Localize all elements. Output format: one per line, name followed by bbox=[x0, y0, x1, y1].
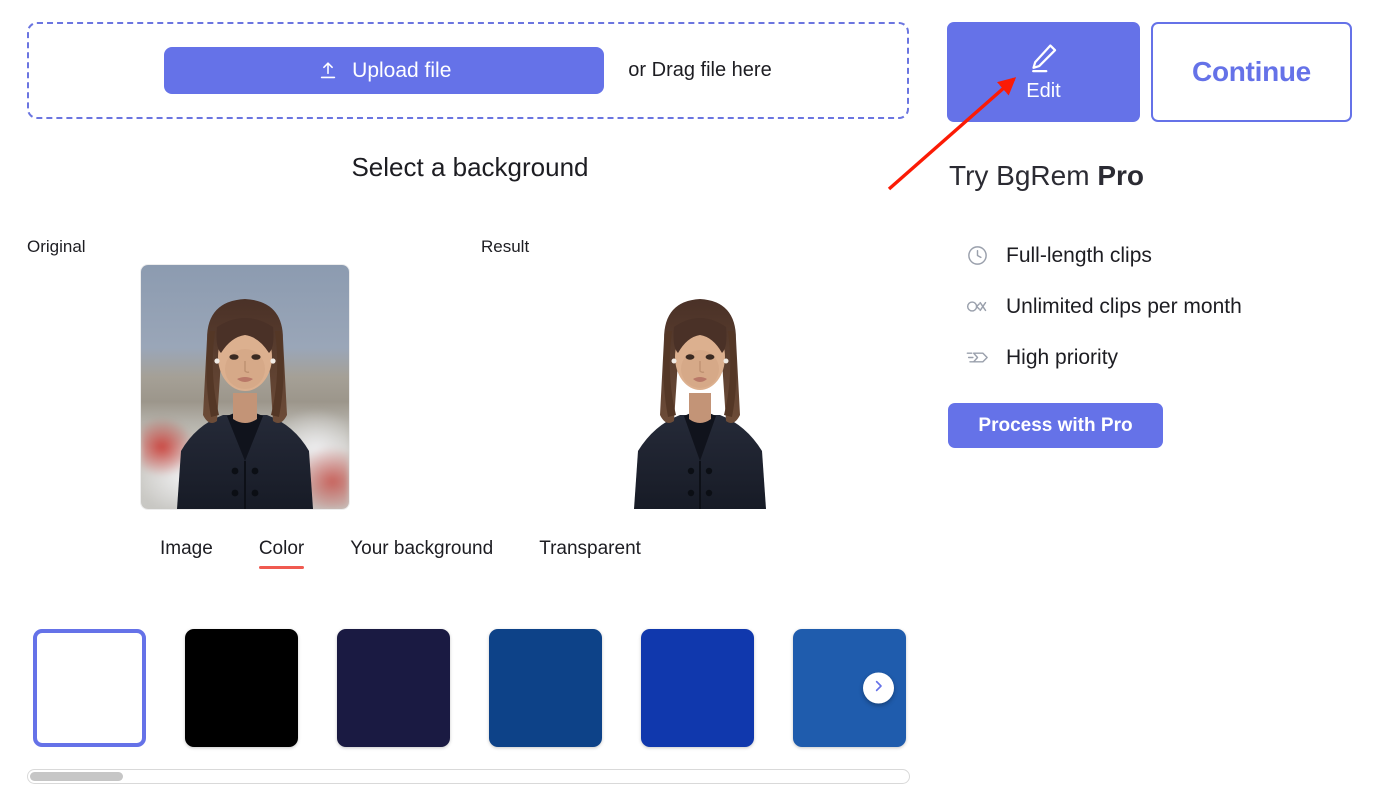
original-image-thumbnail[interactable] bbox=[141, 265, 349, 509]
tab-your-background[interactable]: Your background bbox=[350, 538, 493, 569]
pro-feature-label: High priority bbox=[1006, 345, 1119, 369]
color-swatch-white[interactable] bbox=[33, 629, 146, 747]
upload-file-label: Upload file bbox=[352, 58, 452, 82]
result-preview-label: Result bbox=[481, 237, 530, 256]
process-with-pro-button[interactable]: Process with Pro bbox=[948, 403, 1163, 448]
horizontal-scrollbar[interactable] bbox=[27, 769, 910, 784]
pro-title-strong: Pro bbox=[1097, 160, 1144, 191]
scrollbar-thumb[interactable] bbox=[30, 772, 123, 781]
original-preview-label: Original bbox=[27, 237, 86, 256]
pro-feature-label: Full-length clips bbox=[1006, 243, 1152, 267]
left-panel: Upload file or Drag file here Select a b… bbox=[0, 0, 940, 812]
background-type-tabs: Image Color Your background Transparent bbox=[160, 538, 840, 569]
page-title: Select a background bbox=[351, 152, 589, 182]
result-image-thumbnail[interactable] bbox=[612, 265, 788, 509]
color-swatch-deep-blue[interactable] bbox=[489, 629, 602, 747]
pro-title-prefix: Try BgRem bbox=[949, 160, 1098, 191]
clock-icon bbox=[965, 243, 990, 268]
person-figure-cutout bbox=[612, 265, 788, 509]
infinity-icon bbox=[965, 294, 990, 319]
pro-feature-item: Full-length clips bbox=[965, 230, 1365, 281]
fast-forward-arrow-icon bbox=[965, 345, 990, 370]
pro-feature-list: Full-length clips Unlimited clips per mo… bbox=[965, 230, 1365, 383]
swatch-next-button[interactable] bbox=[863, 672, 894, 704]
file-dropzone[interactable]: Upload file or Drag file here bbox=[27, 22, 909, 119]
color-swatch-dark-navy[interactable] bbox=[337, 629, 450, 747]
drag-file-hint: or Drag file here bbox=[628, 59, 772, 81]
tab-color[interactable]: Color bbox=[258, 538, 305, 569]
edit-button[interactable]: Edit bbox=[947, 22, 1140, 122]
portrait-original bbox=[141, 265, 349, 509]
pro-feature-item: High priority bbox=[965, 332, 1365, 383]
continue-button[interactable]: Continue bbox=[1151, 22, 1352, 122]
right-panel: Edit Continue Try BgRem Pro Full-length … bbox=[947, 0, 1383, 812]
upload-arrow-icon bbox=[317, 60, 339, 82]
pro-feature-item: Unlimited clips per month bbox=[965, 281, 1365, 332]
color-swatch-black[interactable] bbox=[185, 629, 298, 747]
pro-promo-title: Try BgRem Pro bbox=[949, 160, 1144, 192]
upload-file-button[interactable]: Upload file bbox=[164, 47, 605, 94]
tab-image[interactable]: Image bbox=[160, 538, 213, 569]
color-swatch-medium-blue[interactable] bbox=[793, 629, 906, 747]
dropzone-content: Upload file or Drag file here bbox=[164, 47, 772, 94]
person-figure bbox=[141, 265, 349, 509]
chevron-right-icon bbox=[871, 678, 886, 698]
color-swatch-royal-blue[interactable] bbox=[641, 629, 754, 747]
color-swatch-list bbox=[33, 629, 906, 747]
pro-feature-label: Unlimited clips per month bbox=[1006, 294, 1242, 318]
pencil-edit-icon bbox=[1027, 41, 1061, 78]
tab-transparent[interactable]: Transparent bbox=[539, 538, 641, 569]
portrait-result bbox=[612, 265, 788, 509]
edit-button-label: Edit bbox=[1026, 80, 1061, 102]
